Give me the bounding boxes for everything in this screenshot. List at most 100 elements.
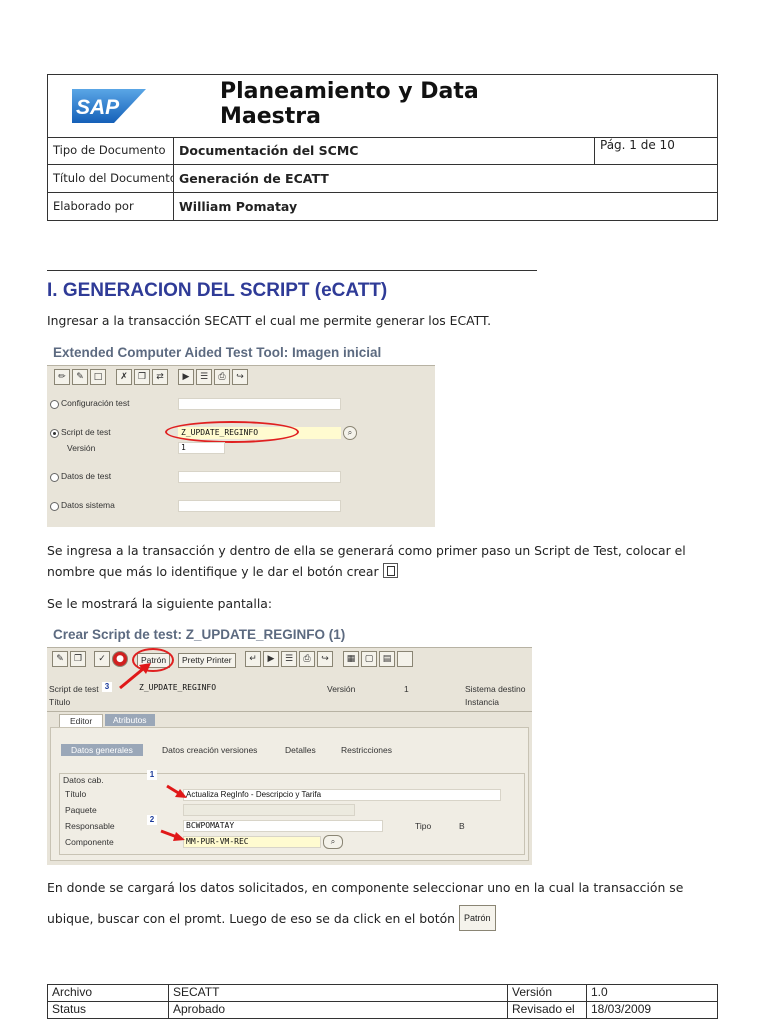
field-componente-label: Componente xyxy=(65,837,114,847)
header-row-elaborado: Elaborado por William Pomatay xyxy=(48,193,717,221)
execute-icon[interactable]: ▶ xyxy=(263,651,279,667)
section-rule xyxy=(47,270,537,271)
document-footer-table: Archivo SECATT Versión 1.0 Status Aproba… xyxy=(47,984,718,1024)
tipo-label: Tipo xyxy=(415,821,432,831)
tab-detalles[interactable]: Detalles xyxy=(285,745,316,755)
other-object-icon[interactable]: ❐ xyxy=(70,651,86,667)
sistema-label: Sistema destino xyxy=(465,684,526,694)
secatt-initial-screenshot: Extended Computer Aided Test Tool: Image… xyxy=(47,343,435,527)
tab-atributos[interactable]: Atributos xyxy=(105,714,155,726)
where-used-icon[interactable]: ☰ xyxy=(196,369,212,385)
label-datos-sistema: Datos sistema xyxy=(61,500,115,510)
page-number: Pág. 1 de 10 xyxy=(594,137,717,164)
script-label: Script de test xyxy=(49,684,99,694)
footer-status-label: Status xyxy=(47,1001,169,1019)
print-icon[interactable]: ⎙ xyxy=(299,651,315,667)
version-label: Versión xyxy=(327,684,356,694)
rename-icon[interactable]: ⇄ xyxy=(152,369,168,385)
label-datos-test: Datos de test xyxy=(61,471,112,481)
paragraph-4b-text: ubique, buscar con el promt. Luego de es… xyxy=(47,911,456,926)
tabs-main-line xyxy=(47,711,532,712)
navigate-icon[interactable]: ↪ xyxy=(232,369,248,385)
footer-revisado-value: 18/03/2009 xyxy=(586,1001,718,1019)
search-help-icon[interactable]: ⌕ xyxy=(343,426,357,440)
tab-editor[interactable]: Editor xyxy=(59,714,104,727)
header-row-titulo: Título del Documento Generación de ECATT xyxy=(48,165,717,193)
header-row-tipo: Tipo de Documento Documentación del SCMC… xyxy=(48,137,717,165)
navigate-icon[interactable]: ↪ xyxy=(317,651,333,667)
blank-icon[interactable] xyxy=(397,651,413,667)
list-icon[interactable]: ☰ xyxy=(281,651,297,667)
footer-row-status: Status Aprobado Revisado el 18/03/2009 xyxy=(47,1001,718,1019)
arrow-2 xyxy=(160,829,185,841)
field-paquete-input[interactable] xyxy=(183,804,355,816)
input-datos-test[interactable] xyxy=(178,471,341,483)
marker-2: 2 xyxy=(147,815,157,825)
create-icon[interactable]: □ xyxy=(90,369,106,385)
field-titulo-input[interactable]: Actualiza RegInfo - Descripcio y Tarifa xyxy=(183,789,501,801)
pretty-printer-button[interactable]: Pretty Printer xyxy=(178,653,236,668)
change-display-icon[interactable]: ✎ xyxy=(52,651,68,667)
display-icon[interactable]: ✏ xyxy=(54,369,70,385)
screen2-title: Crear Script de test: Z_UPDATE_REGINFO (… xyxy=(53,627,346,642)
check-icon[interactable]: ✓ xyxy=(94,651,110,667)
paragraph-1: Ingresar a la transacción SECATT el cual… xyxy=(47,313,492,328)
execute-icon[interactable]: ▶ xyxy=(178,369,194,385)
input-version[interactable]: 1 xyxy=(178,442,225,454)
search-help-icon[interactable]: ⌕ xyxy=(323,835,343,849)
insert-icon[interactable]: ↵ xyxy=(245,651,261,667)
tipo-label: Tipo de Documento xyxy=(48,137,174,164)
radio-script[interactable] xyxy=(50,429,59,438)
radio-datos-test[interactable] xyxy=(50,473,59,482)
document-header-table: SAP Planeamiento y Data Maestra Tipo de … xyxy=(47,74,718,221)
document-title: Planeamiento y Data Maestra xyxy=(220,79,479,129)
radio-configuracion[interactable] xyxy=(50,400,59,409)
tipo-value: B xyxy=(459,821,465,831)
patron-inline-button: Patrón xyxy=(458,905,496,931)
arrow-1 xyxy=(166,784,187,798)
highlight-oval xyxy=(165,421,299,443)
tab-datos-creacion[interactable]: Datos creación versiones xyxy=(162,745,257,755)
elaborado-label: Elaborado por xyxy=(48,193,174,221)
input-configuracion[interactable] xyxy=(178,398,341,410)
delete-icon[interactable]: ✗ xyxy=(116,369,132,385)
version-value: 1 xyxy=(404,684,409,694)
print-icon[interactable]: ⎙ xyxy=(214,369,230,385)
footer-status-value: Aprobado xyxy=(168,1001,508,1019)
marker-3: 3 xyxy=(102,682,112,692)
arrow-3 xyxy=(119,663,151,690)
window-icon[interactable]: ▢ xyxy=(361,651,377,667)
edit-icon[interactable]: ✎ xyxy=(72,369,88,385)
create-document-icon xyxy=(382,563,398,578)
screen1-title: Extended Computer Aided Test Tool: Image… xyxy=(53,345,382,360)
tab-restricciones[interactable]: Restricciones xyxy=(341,745,392,755)
footer-archivo-label: Archivo xyxy=(47,984,169,1002)
paragraph-4b: ubique, buscar con el promt. Luego de es… xyxy=(47,905,496,931)
tab-datos-generales[interactable]: Datos generales xyxy=(61,744,143,756)
footer-version-value: 1.0 xyxy=(586,984,718,1002)
field-paquete-label: Paquete xyxy=(65,805,97,815)
footer-row-archivo: Archivo SECATT Versión 1.0 xyxy=(47,984,718,1002)
radio-datos-sistema[interactable] xyxy=(50,502,59,511)
group-label: Datos cab. xyxy=(63,775,104,785)
layout-icon[interactable]: ▤ xyxy=(379,651,395,667)
section-heading: I. GENERACION DEL SCRIPT (eCATT) xyxy=(47,280,388,301)
field-responsable-input[interactable]: BCWPOMATAY xyxy=(183,820,383,832)
screen1-toolbar: ✏ ✎ □ ✗ ❐ ⇄ ▶ ☰ ⎙ ↪ xyxy=(54,369,248,387)
screen1-divider xyxy=(47,365,435,366)
screen2-toolbar-right: ↵ ▶ ☰ ⎙ ↪ ▦ ▢ ▤ xyxy=(245,651,413,669)
titulo-label: Título del Documento xyxy=(48,165,174,192)
create-script-screenshot: Crear Script de test: Z_UPDATE_REGINFO (… xyxy=(47,625,532,865)
hierarchy-icon[interactable]: ▦ xyxy=(343,651,359,667)
titulo-label: Título xyxy=(49,697,71,707)
copy-icon[interactable]: ❐ xyxy=(134,369,150,385)
input-datos-sistema[interactable] xyxy=(178,500,341,512)
paragraph-3: Se le mostrará la siguiente pantalla: xyxy=(47,596,273,611)
label-configuracion: Configuración test xyxy=(61,398,130,408)
label-script: Script de test xyxy=(61,427,111,437)
field-componente-input[interactable]: MM-PUR-VM-REC xyxy=(183,836,321,848)
footer-archivo-value: SECATT xyxy=(168,984,508,1002)
screen2-divider xyxy=(47,647,532,648)
paragraph-2b-text: nombre que más lo identifique y le dar e… xyxy=(47,564,379,579)
tipo-value: Documentación del SCMC xyxy=(179,143,359,158)
